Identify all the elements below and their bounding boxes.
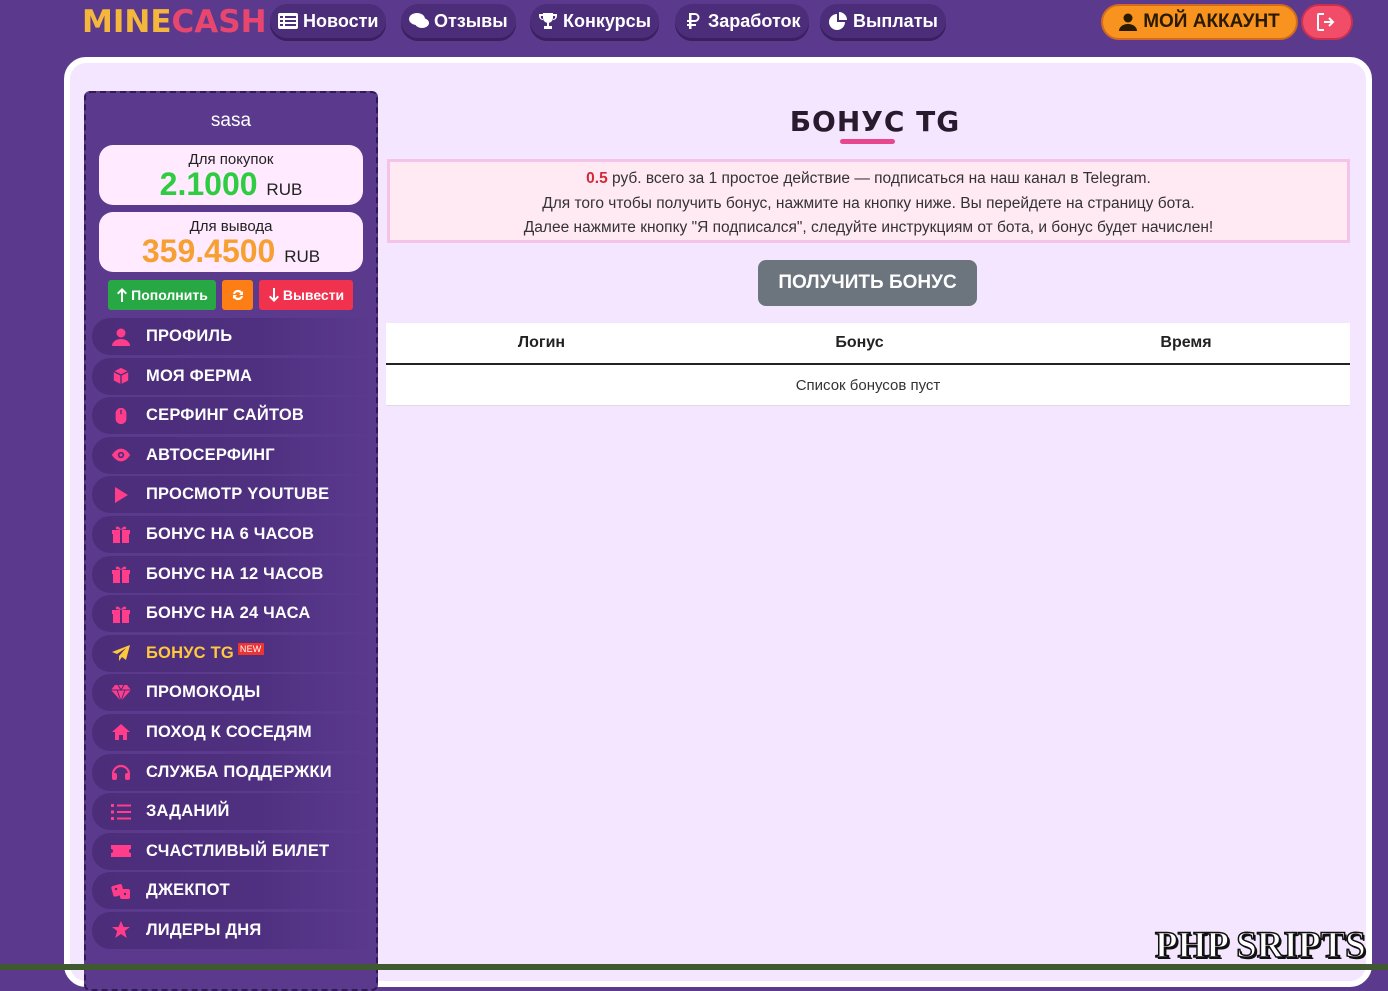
sidebar-item-bonus-24h[interactable]: БОНУС НА 24 ЧАСА	[92, 595, 374, 633]
get-bonus-button[interactable]: ПОЛУЧИТЬ БОНУС	[758, 260, 977, 306]
bonus-amount: 0.5	[586, 170, 608, 187]
gift-icon	[112, 606, 130, 623]
sidebar-item-bonus-tg[interactable]: БОНУС TG NEW	[92, 634, 374, 672]
sidebar-item-lucky-ticket[interactable]: СЧАСТЛИВЫЙ БИЛЕТ	[92, 832, 374, 870]
sidebar-item-support[interactable]: СЛУЖБА ПОДДЕРЖКИ	[92, 753, 374, 791]
gift-icon	[112, 526, 130, 544]
my-account-button[interactable]: МОЙ АККАУНТ	[1101, 4, 1298, 40]
sidebar-item-bonus-6h[interactable]: БОНУС НА 6 ЧАСОВ	[92, 515, 374, 553]
nav-reviews[interactable]: Отзывы	[401, 4, 516, 38]
bonus-table: Логин Бонус Время Список бонусов пуст	[386, 323, 1350, 406]
arrow-up-icon	[117, 288, 128, 302]
sidebar-item-leaders[interactable]: ЛИДЕРЫ ДНЯ	[92, 911, 374, 949]
sidebar: sasa Для покупок 2.1000 RUB Для вывода 3…	[84, 91, 378, 991]
top-navbar: MINECASH Новости Отзывы Конкурсы Заработ…	[0, 0, 1388, 50]
headphones-icon	[111, 765, 131, 781]
comments-icon	[409, 13, 429, 28]
sidebar-item-jackpot[interactable]: ДЖЕКПОТ	[92, 872, 374, 910]
trophy-icon	[539, 13, 557, 29]
dice-icon	[111, 883, 130, 899]
sidebar-item-youtube[interactable]: ПРОСМОТР YOUTUBE	[92, 476, 374, 514]
deposit-button[interactable]: Пополнить	[108, 280, 216, 310]
home-icon	[112, 724, 130, 741]
play-icon	[115, 486, 128, 503]
balance-actions: Пополнить Вывести	[108, 280, 353, 310]
diamond-icon	[111, 684, 131, 702]
withdraw-button[interactable]: Вывести	[259, 280, 353, 310]
purchase-balance-value: 2.1000	[159, 166, 258, 202]
sidebar-item-tasks[interactable]: ЗАДАНИЙ	[92, 793, 374, 831]
mouse-icon	[115, 407, 127, 424]
sidebar-item-neighbors[interactable]: ПОХОД К СОСЕДЯМ	[92, 713, 374, 751]
logout-button[interactable]	[1301, 4, 1353, 40]
exchange-button[interactable]	[222, 280, 253, 310]
nav-news[interactable]: Новости	[270, 4, 387, 38]
pie-chart-icon	[829, 12, 847, 30]
bonus-info-box: 0.5 руб. всего за 1 простое действие — п…	[387, 159, 1350, 243]
sidebar-menu: ПРОФИЛЬ МОЯ ФЕРМА СЕРФИНГ САЙТОВ АВТОСЕР…	[92, 318, 374, 952]
taskbar-strip	[0, 964, 1388, 970]
user-icon	[1119, 13, 1138, 31]
star-icon	[112, 921, 130, 939]
new-badge: NEW	[237, 643, 264, 656]
username: sasa	[210, 110, 252, 131]
sidebar-item-bonus-12h[interactable]: БОНУС НА 12 ЧАСОВ	[92, 555, 374, 593]
ticket-icon	[111, 845, 131, 858]
eye-icon	[111, 448, 131, 462]
table-header: Логин Бонус Время	[386, 323, 1350, 365]
sidebar-item-autosurfing[interactable]: АВТОСЕРФИНГ	[92, 436, 374, 474]
withdraw-balance-value: 359.4500	[141, 233, 276, 269]
sidebar-item-profile[interactable]: ПРОФИЛЬ	[92, 318, 374, 355]
list-icon	[278, 13, 298, 29]
sidebar-item-surfing[interactable]: СЕРФИНГ САЙТОВ	[92, 397, 374, 435]
site-logo[interactable]: MINECASH	[82, 4, 267, 40]
refresh-icon	[232, 289, 243, 301]
withdraw-balance: Для вывода 359.4500 RUB	[99, 212, 363, 272]
purchase-balance: Для покупок 2.1000 RUB	[99, 145, 363, 205]
column-time: Время	[1160, 334, 1212, 351]
nav-payouts[interactable]: Выплаты	[820, 4, 946, 38]
arrow-down-icon	[268, 288, 279, 302]
sign-out-icon	[1317, 13, 1335, 31]
table-empty-row: Список бонусов пуст	[386, 365, 1350, 406]
cube-icon	[113, 367, 129, 385]
nav-contests[interactable]: Конкурсы	[530, 4, 660, 38]
column-bonus: Бонус	[835, 334, 884, 351]
column-login: Логин	[517, 334, 566, 351]
sidebar-item-promocodes[interactable]: ПРОМОКОДЫ	[92, 674, 374, 712]
page-title: БОНУС TG	[789, 105, 961, 138]
paper-plane-icon	[112, 645, 130, 662]
gift-icon	[112, 566, 130, 584]
sidebar-item-farm[interactable]: МОЯ ФЕРМА	[92, 357, 374, 395]
title-underline	[840, 139, 895, 144]
nav-earnings[interactable]: Заработок	[675, 4, 809, 38]
watermark: PHP SRIPTS	[1154, 924, 1366, 967]
ruble-icon	[687, 13, 700, 29]
tasks-icon	[111, 803, 131, 820]
user-icon	[112, 328, 130, 346]
